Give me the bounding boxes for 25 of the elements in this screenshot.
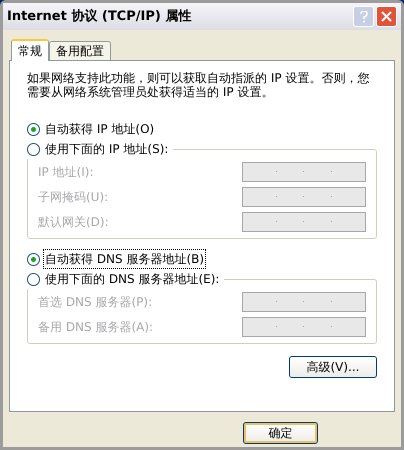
tab[interactable]: 备用配置 — [49, 41, 111, 60]
field-label: 备用 DNS 服务器(A): — [38, 318, 154, 336]
address-field[interactable] — [242, 292, 366, 312]
radio-button[interactable] — [27, 142, 40, 156]
field-label: 子网掩码(U): — [38, 188, 108, 206]
description-text: 如果网络支持此功能，则可以获取自动指派的 IP 设置。否则，您需要从网络系统管理员处获得适当的 IP 设置。 — [27, 71, 370, 99]
tab[interactable]: 常规 — [11, 39, 49, 61]
address-field[interactable] — [242, 162, 366, 182]
address-field[interactable] — [242, 316, 366, 336]
radio-button[interactable] — [27, 272, 40, 286]
close-button[interactable] — [376, 6, 397, 27]
close-icon — [381, 11, 392, 22]
radio-label[interactable]: 自动获得 DNS 服务器地址(B) — [43, 249, 206, 269]
help-icon — [360, 10, 368, 22]
address-field[interactable] — [242, 186, 366, 206]
radio-button[interactable] — [27, 122, 40, 136]
address-field[interactable] — [242, 212, 366, 232]
window-title: Internet 协议 (TCP/IP) 属性 — [7, 8, 192, 26]
field-label: 默认网关(D): — [38, 214, 109, 230]
field-label: IP 地址(I): — [38, 164, 94, 180]
advanced-button[interactable]: 高级(V)... — [289, 356, 377, 378]
field-label: 首选 DNS 服务器(P): — [38, 294, 152, 310]
radio-button[interactable] — [27, 252, 40, 266]
help-button[interactable] — [353, 6, 374, 27]
ok-button[interactable]: 确定 — [243, 422, 318, 444]
